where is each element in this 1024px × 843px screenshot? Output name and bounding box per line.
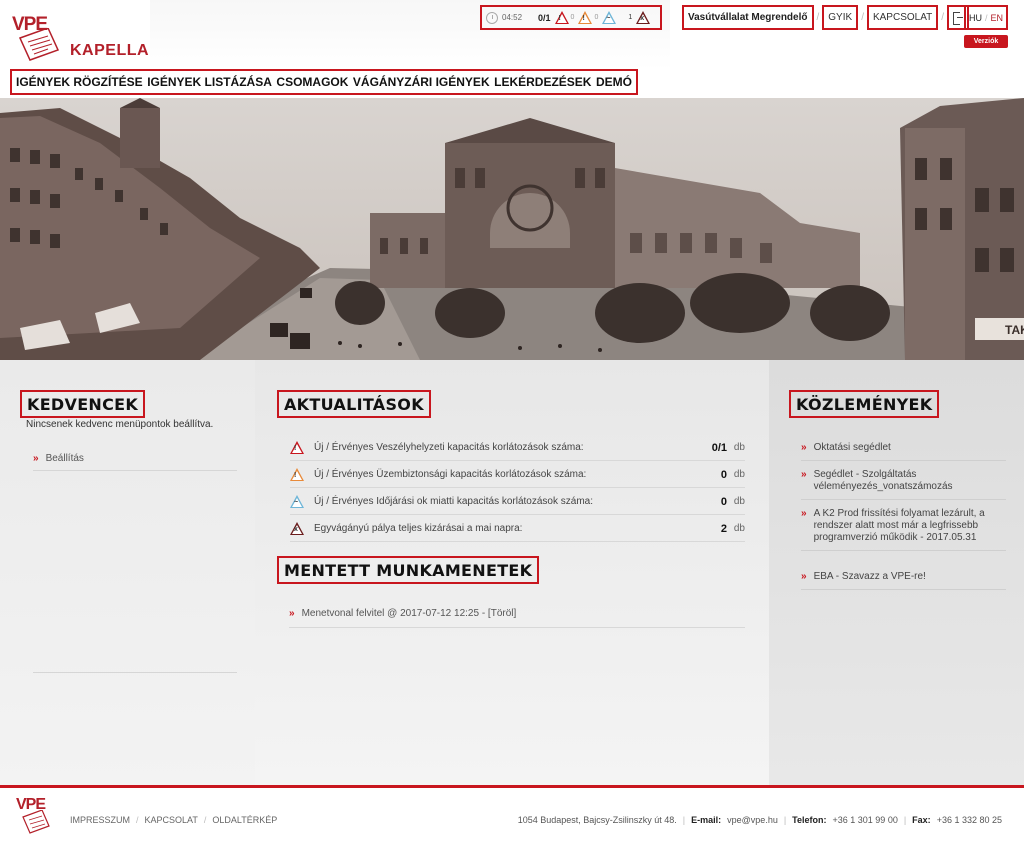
favorites-empty-text: Nincsenek kedvenc menüpontok beállítva.: [26, 419, 214, 430]
nav-demo[interactable]: DEMÓ: [596, 75, 632, 89]
divider: [33, 470, 237, 471]
page: VPE KAPELLA 04:52 0/1 ! 0 ! 0 ~ 1 x Vasú…: [0, 0, 1024, 843]
safety-warning-icon[interactable]: !: [578, 11, 593, 24]
actuality-row[interactable]: x Egyvágányú pálya teljes kizárásai a ma…: [290, 516, 745, 542]
emergency-warning-icon: !: [290, 441, 304, 454]
logo-kapella-text: KAPELLA: [70, 42, 150, 59]
actualities-title: AKTUALITÁSOK: [277, 390, 431, 418]
address: 1054 Budapest, Bajcsy-Zsilinszky út 48.: [517, 815, 677, 825]
session-item[interactable]: » Menetvonal felvitel @ 2017-07-12 12:25…: [289, 608, 745, 628]
svg-text:TAK: TAK: [1005, 323, 1024, 337]
separator: |: [903, 815, 907, 825]
actuality-row[interactable]: ! Új / Érvényes Veszélyhelyzeti kapacitá…: [290, 435, 745, 461]
announcement-item[interactable]: » Oktatási segédlet: [801, 442, 1006, 461]
closure-count: 1: [628, 14, 633, 21]
separator: /: [203, 815, 207, 825]
contact-link[interactable]: KAPCSOLAT: [866, 5, 939, 30]
emergency-warning-icon[interactable]: !: [554, 11, 569, 24]
nav-vaganyzari-igenyek[interactable]: VÁGÁNYZÁRI IGÉNYEK: [353, 75, 490, 89]
arrow-icon: »: [801, 442, 807, 453]
track-closure-icon[interactable]: x: [636, 11, 651, 24]
footer-links: IMPRESSZUM / KAPCSOLAT / OLDALTÉRKÉP: [70, 815, 277, 825]
arrow-icon: »: [801, 508, 807, 519]
favorites-title: KEDVENCEK: [20, 390, 146, 418]
separator: |: [783, 815, 787, 825]
nav-igenyek-listazasa[interactable]: IGÉNYEK LISTÁZÁSA: [147, 75, 272, 89]
hero-image: TAK: [0, 98, 1024, 360]
user-menu[interactable]: Vasútvállalat Megrendelő: [682, 5, 814, 30]
fax-label: Fax:: [912, 815, 931, 825]
separator: /: [816, 12, 820, 23]
clock-icon: [486, 11, 498, 24]
fax: +36 1 332 80 25: [936, 815, 1002, 825]
separator: /: [941, 12, 945, 23]
actuality-row[interactable]: ~ Új / Érvényes Időjárási ok miatti kapa…: [290, 489, 745, 515]
nav-lekerdezesek[interactable]: LEKÉRDEZÉSEK: [494, 75, 591, 89]
separator: |: [682, 815, 686, 825]
email-label: E-mail:: [691, 815, 722, 825]
footer-logo-mark-icon: [22, 810, 50, 834]
actuality-row[interactable]: ! Új / Érvényes Üzembiztonsági kapacitás…: [290, 462, 745, 488]
faq-link[interactable]: GYIK: [822, 5, 859, 30]
arrow-icon: »: [801, 469, 807, 480]
announcement-item[interactable]: » Segédlet - Szolgáltatás véleményezés_v…: [801, 469, 1006, 500]
server-time: 04:52: [502, 13, 523, 22]
arrow-icon: »: [33, 453, 39, 464]
nav-igenyek-rogzitese[interactable]: IGÉNYEK RÖGZÍTÉSE: [16, 75, 143, 89]
email-link[interactable]: vpe@vpe.hu: [727, 815, 778, 825]
station-photo: TAK: [0, 98, 1024, 360]
lang-hu[interactable]: HU: [969, 13, 982, 23]
weather-count: 0: [594, 14, 599, 21]
lang-en[interactable]: EN: [991, 13, 1004, 23]
safety-warning-icon: !: [290, 468, 304, 481]
logo-mark-icon: [18, 28, 60, 61]
status-indicators: 04:52 0/1 ! 0 ! 0 ~ 1 x: [480, 5, 662, 30]
main-nav: IGÉNYEK RÖGZÍTÉSE IGÉNYEK LISTÁZÁSA CSOM…: [10, 69, 638, 95]
nav-csomagok[interactable]: CSOMAGOK: [276, 75, 348, 89]
favorites-settings-item[interactable]: » Beállítás: [33, 453, 84, 464]
announcement-item[interactable]: » A K2 Prod frissítési folyamat lezárult…: [801, 508, 1006, 551]
sessions-title: MENTETT MUNKAMENETEK: [277, 556, 540, 584]
emergency-fraction: 0/1: [538, 12, 551, 23]
logout-icon: [953, 12, 964, 25]
language-switcher: HU / EN: [964, 5, 1008, 30]
announcement-item[interactable]: » EBA - Szavazz a VPE-re!: [801, 571, 1006, 590]
announcements-title: KÖZLEMÉNYEK: [789, 390, 940, 418]
phone-label: Telefon:: [792, 815, 827, 825]
impressum-link[interactable]: IMPRESSZUM: [70, 815, 130, 825]
weather-warning-icon[interactable]: ~: [602, 11, 617, 24]
top-nav: Vasútvállalat Megrendelő / GYIK / KAPCSO…: [682, 5, 970, 30]
separator: /: [136, 815, 139, 825]
divider: [33, 672, 237, 673]
separator: /: [984, 12, 988, 23]
footer: VPE IMPRESSZUM / KAPCSOLAT / OLDALTÉRKÉP…: [0, 785, 1024, 843]
footer-contact-info: 1054 Budapest, Bajcsy-Zsilinszky út 48. …: [518, 815, 1002, 825]
kapella-logo[interactable]: VPE KAPELLA: [12, 14, 149, 64]
separator: /: [861, 12, 864, 23]
safety-count: 0: [570, 14, 575, 21]
settings-link[interactable]: Beállítás: [46, 453, 84, 464]
track-closure-icon: x: [290, 522, 304, 535]
arrow-icon: »: [801, 571, 807, 582]
phone: +36 1 301 99 00: [832, 815, 898, 825]
weather-warning-icon: ~: [290, 495, 304, 508]
footer-contact-link[interactable]: KAPCSOLAT: [145, 815, 198, 825]
versions-button[interactable]: Verziók: [964, 35, 1008, 48]
sitemap-link[interactable]: OLDALTÉRKÉP: [212, 815, 277, 825]
arrow-icon: »: [289, 608, 295, 619]
